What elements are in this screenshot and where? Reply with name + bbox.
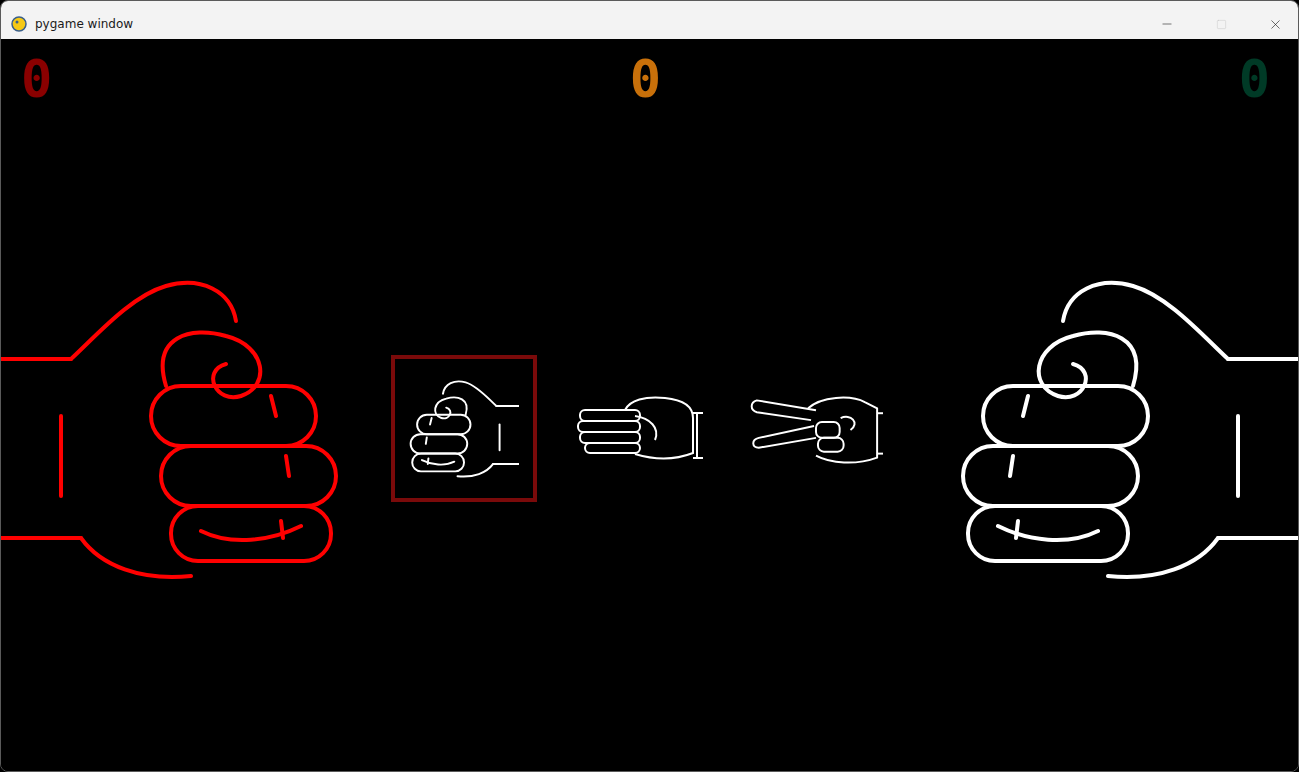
close-button[interactable] [1252, 9, 1298, 39]
choice-option[interactable] [391, 355, 537, 502]
pygame-logo-icon [11, 16, 27, 32]
scissors-icon [747, 388, 885, 468]
choice-option[interactable] [743, 355, 889, 502]
score: 0 [624, 53, 667, 125]
close-icon [1268, 17, 1283, 32]
rock-icon [409, 379, 519, 478]
computer-rock-icon [958, 276, 1298, 581]
window-title: pygame window [35, 17, 1136, 31]
game-area: 0 0 0 [1, 39, 1298, 771]
score: 0 [1233, 53, 1276, 125]
paper-icon [575, 388, 705, 468]
maximize-button [1198, 9, 1244, 39]
minimize-icon [1160, 17, 1174, 31]
game-window: pygame window 0 0 0 [0, 0, 1299, 772]
score: 0 [15, 53, 58, 125]
maximize-icon [1216, 19, 1227, 30]
arena [1, 125, 1298, 771]
minimize-button[interactable] [1144, 9, 1190, 39]
player-rock-icon [1, 276, 341, 581]
choice-option[interactable] [567, 355, 713, 502]
choice-list [391, 355, 889, 502]
title-bar: pygame window [1, 1, 1298, 39]
score-row: 0 0 0 [1, 39, 1298, 125]
